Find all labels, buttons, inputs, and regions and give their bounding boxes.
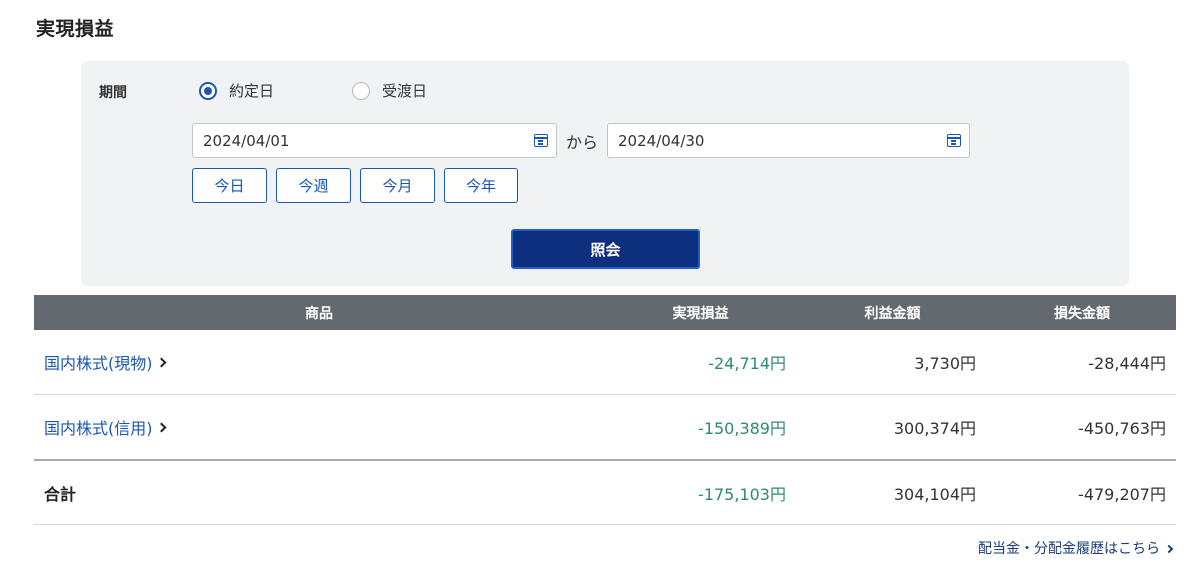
- table-row: 国内株式(信用) -150,389円 300,374円 -450,763円: [34, 395, 1176, 461]
- product-link-margin[interactable]: 国内株式(信用): [44, 415, 166, 439]
- calendar-icon[interactable]: [947, 134, 962, 147]
- product-cell: 国内株式(現物): [34, 350, 591, 374]
- dividend-history-link-label: 配当金・分配金履歴はこちら: [978, 541, 1160, 557]
- chevron-right-icon: [156, 422, 166, 433]
- product-name: 国内株式(信用): [44, 419, 153, 438]
- period-type-radio-group: 約定日 受渡日: [199, 80, 505, 101]
- profit-value: 3,730円: [914, 354, 976, 373]
- table-row: 国内株式(現物) -24,714円 3,730円 -28,444円: [34, 330, 1176, 395]
- realized-value: -24,714円: [708, 354, 786, 373]
- date-to-value: 2024/04/30: [618, 131, 705, 150]
- radio-settlement-date-label: 受渡日: [382, 82, 428, 100]
- loss-value: -450,763円: [1078, 419, 1166, 438]
- radio-settlement-date[interactable]: 受渡日: [352, 80, 427, 101]
- total-label: 合計: [44, 484, 77, 504]
- date-range-row: 2024/04/01 から 2024/04/30: [192, 123, 971, 158]
- pnl-table: 商品 実現損益 利益金額 損失金額 国内株式(現物) -24,714円 3,73…: [34, 295, 1176, 525]
- product-cell: 国内株式(信用): [34, 415, 591, 439]
- header-realized: 実現損益: [672, 305, 729, 322]
- date-to-input[interactable]: 2024/04/30: [607, 123, 971, 158]
- date-from-value: 2024/04/01: [203, 131, 290, 150]
- this-year-button[interactable]: 今年: [444, 168, 518, 203]
- radio-trade-date[interactable]: 約定日: [199, 80, 274, 101]
- chevron-right-icon: [1164, 544, 1174, 553]
- radio-settlement-date-circle[interactable]: [352, 81, 371, 100]
- profit-value: 300,374円: [893, 419, 976, 438]
- filter-panel: 期間 約定日 受渡日 2024/04/01 から 2024/04/30 今日 今…: [81, 61, 1129, 286]
- calendar-icon[interactable]: [534, 134, 548, 147]
- page-title: 実現損益: [36, 18, 115, 40]
- header-product: 商品: [305, 305, 333, 322]
- total-loss-value: -479,207円: [1078, 484, 1166, 504]
- table-header: 商品 実現損益 利益金額 損失金額: [34, 295, 1176, 330]
- total-realized-value: -175,103円: [698, 484, 786, 504]
- total-profit-value: 304,104円: [893, 484, 976, 504]
- product-name: 国内株式(現物): [44, 354, 153, 373]
- header-profit: 利益金額: [864, 305, 921, 322]
- today-button[interactable]: 今日: [192, 168, 267, 203]
- this-month-button[interactable]: 今月: [360, 168, 435, 203]
- date-from-input[interactable]: 2024/04/01: [192, 123, 557, 158]
- realized-value: -150,389円: [698, 419, 786, 438]
- loss-value: -28,444円: [1088, 354, 1166, 373]
- total-row: 合計 -175,103円 304,104円 -479,207円: [34, 461, 1176, 525]
- period-label: 期間: [99, 85, 127, 101]
- total-label-cell: 合計: [34, 481, 591, 505]
- submit-button[interactable]: 照会: [511, 229, 700, 269]
- date-range-separator: から: [566, 132, 599, 152]
- header-loss: 損失金額: [1054, 305, 1110, 322]
- product-link-spot[interactable]: 国内株式(現物): [44, 350, 166, 374]
- radio-trade-date-label: 約定日: [229, 82, 275, 100]
- radio-trade-date-circle[interactable]: [199, 81, 217, 100]
- this-week-button[interactable]: 今週: [276, 168, 351, 203]
- chevron-right-icon: [156, 357, 166, 368]
- quick-period-buttons: 今日 今週 今月 今年: [192, 168, 527, 203]
- dividend-history-link[interactable]: 配当金・分配金履歴はこちら: [978, 538, 1174, 558]
